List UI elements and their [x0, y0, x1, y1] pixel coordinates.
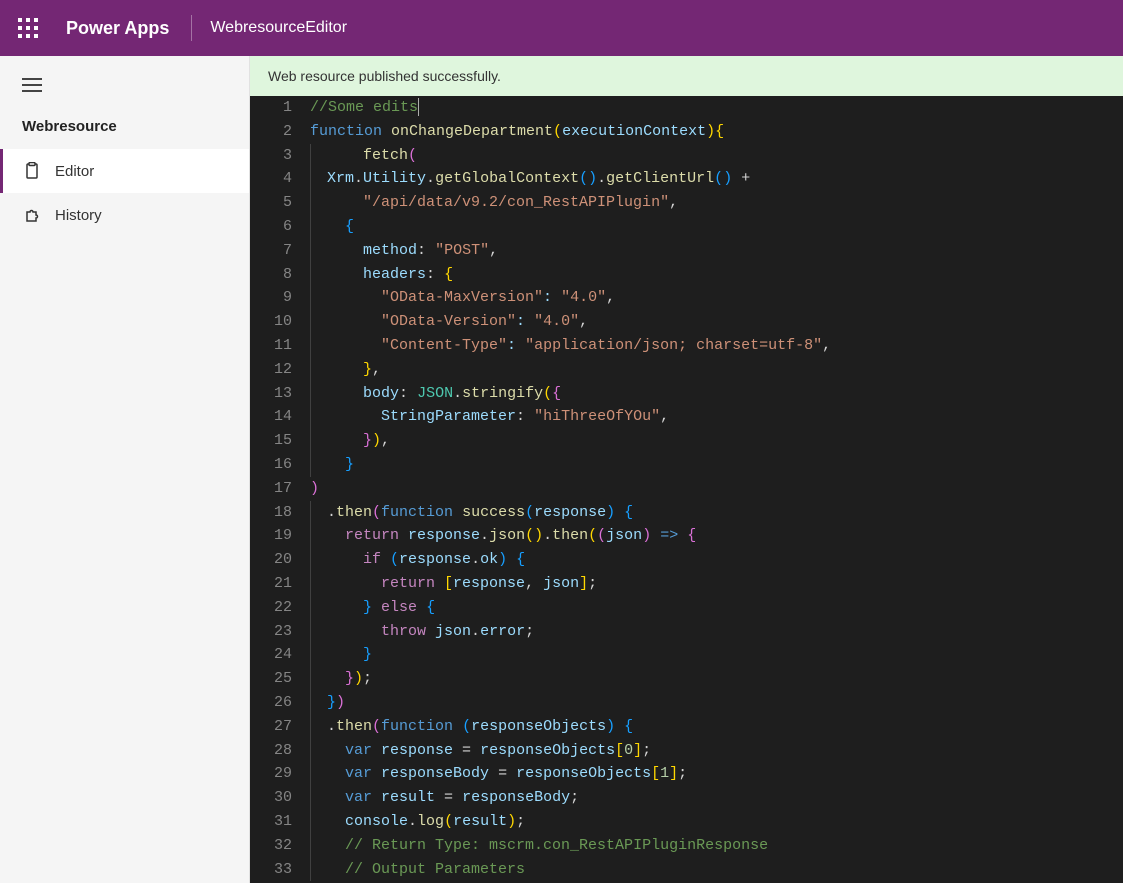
code-editor[interactable]: 1234567891011121314151617181920212223242…	[250, 96, 1123, 883]
page-title: WebresourceEditor	[210, 19, 347, 37]
main-area: Webresource Editor History Web resource …	[0, 56, 1123, 883]
puzzle-icon	[23, 206, 41, 224]
top-header: Power Apps WebresourceEditor	[0, 0, 1123, 56]
success-banner: Web resource published successfully.	[250, 56, 1123, 96]
line-gutter: 1234567891011121314151617181920212223242…	[250, 96, 310, 883]
content: Web resource published successfully. 123…	[250, 56, 1123, 883]
clipboard-icon	[23, 162, 41, 180]
sidebar-section-title: Webresource	[0, 114, 249, 149]
sidebar: Webresource Editor History	[0, 56, 250, 883]
hamburger-icon[interactable]	[0, 56, 249, 114]
sidebar-item-label: Editor	[55, 163, 94, 180]
waffle-icon[interactable]	[18, 18, 38, 38]
header-divider	[191, 15, 192, 41]
sidebar-item-history[interactable]: History	[0, 193, 249, 237]
sidebar-item-editor[interactable]: Editor	[0, 149, 249, 193]
app-title: Power Apps	[66, 18, 169, 39]
sidebar-item-label: History	[55, 207, 102, 224]
code-area[interactable]: //Some editsfunction onChangeDepartment(…	[310, 96, 1123, 883]
